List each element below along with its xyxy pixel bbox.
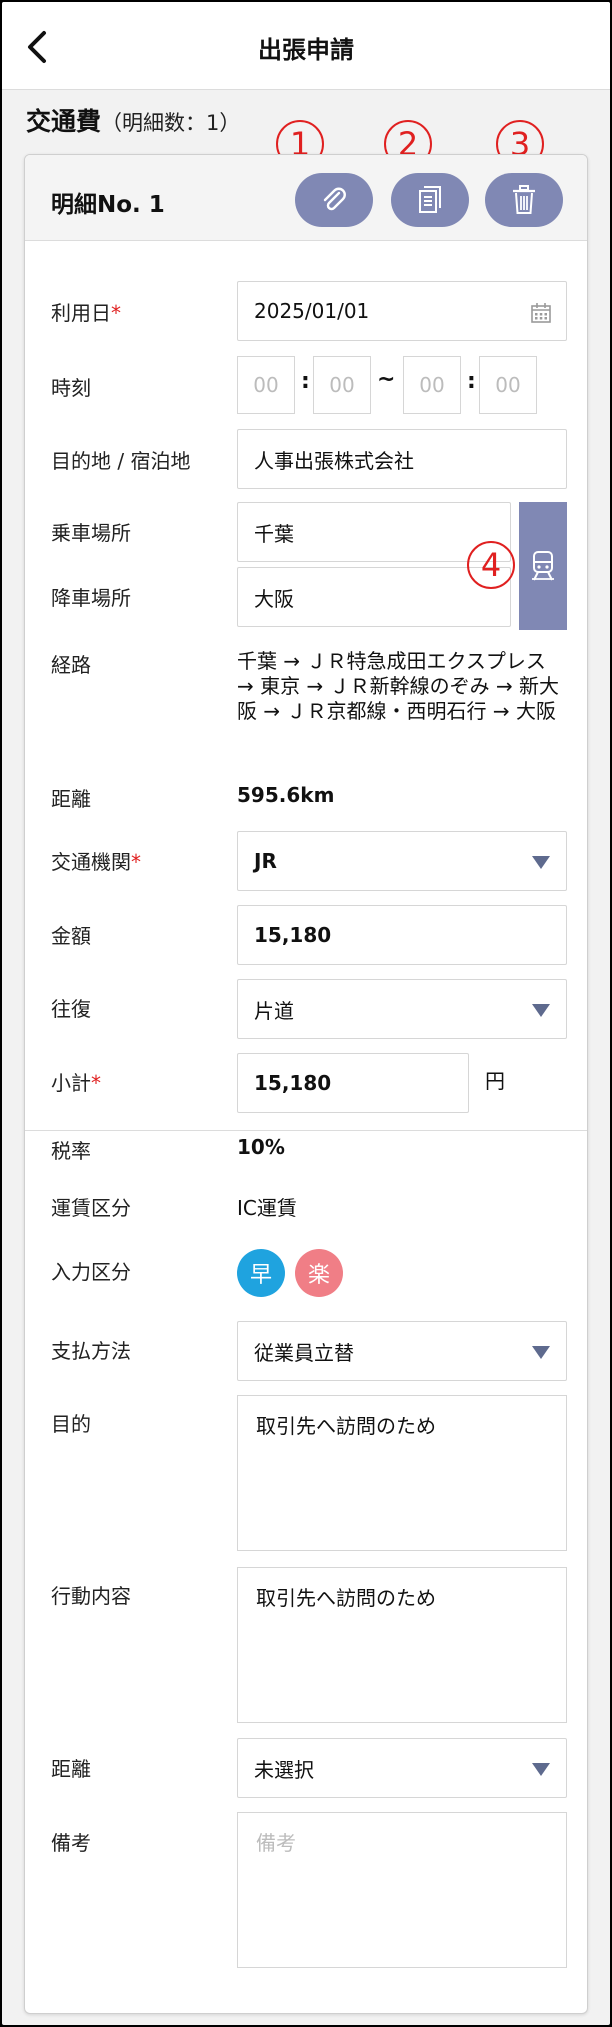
tax-rate-label: 税率	[51, 1139, 91, 1163]
copy-button[interactable]	[391, 173, 469, 227]
fare-type-value: IC運賃	[237, 1196, 297, 1220]
amount-label: 金額	[51, 924, 91, 948]
round-trip-value: 片道	[254, 998, 294, 1023]
divider	[25, 1130, 587, 1131]
end-hour-input[interactable]: 00	[403, 356, 461, 414]
delete-button[interactable]	[485, 173, 563, 227]
transport-select[interactable]: JR	[237, 831, 567, 891]
distance-label: 距離	[51, 787, 91, 811]
route-value: 千葉 → ＪＲ特急成田エクスプレス → 東京 → ＪＲ新幹線のぞみ → 新大阪 …	[237, 649, 560, 723]
chevron-down-icon	[532, 856, 550, 869]
yen-unit: 円	[485, 1069, 505, 1093]
chevron-down-icon	[532, 1763, 550, 1776]
end-minute-input[interactable]: 00	[479, 356, 537, 414]
chevron-down-icon	[532, 1346, 550, 1359]
card-title: 明細No. 1	[51, 192, 165, 218]
calendar-icon[interactable]	[530, 302, 552, 324]
purpose-textarea[interactable]: 取引先へ訪問のため	[237, 1395, 567, 1551]
app-frame: 出張申請 交通費（明細数：1） 1 2 3 明細No. 1 利用日* 2025/…	[2, 2, 610, 2025]
easiest-badge: 楽	[295, 1249, 343, 1297]
section-title: 交通費（明細数：1）	[26, 102, 240, 138]
callout-4: 4	[467, 541, 515, 589]
distance-select-label: 距離	[51, 1757, 91, 1781]
payment-label: 支払方法	[51, 1339, 131, 1363]
remarks-textarea[interactable]: 備考	[237, 1812, 567, 1968]
train-icon	[532, 551, 554, 581]
boarding-label: 乗車場所	[51, 521, 131, 545]
round-trip-select[interactable]: 片道	[237, 979, 567, 1039]
copy-document-icon	[419, 186, 441, 213]
card-header: 明細No. 1	[25, 155, 587, 241]
destination-input[interactable]: 人事出張株式会社	[237, 429, 567, 489]
usage-date-label: 利用日*	[51, 301, 121, 325]
activity-textarea[interactable]: 取引先へ訪問のため	[237, 1567, 567, 1723]
round-trip-label: 往復	[51, 997, 91, 1021]
subtotal-label: 小計*	[51, 1071, 101, 1095]
detail-card: 明細No. 1 利用日* 2025/01/01 時刻 00: 00 ~ 00 …	[24, 154, 588, 2014]
time-colon: :	[301, 369, 310, 394]
payment-value: 従業員立替	[254, 1340, 354, 1365]
distance-select[interactable]: 未選択	[237, 1738, 567, 1798]
transport-value: JR	[254, 849, 277, 873]
input-type-label: 入力区分	[51, 1260, 131, 1284]
destination-label: 目的地 / 宿泊地	[51, 449, 191, 473]
start-minute-input[interactable]: 00	[313, 356, 371, 414]
route-label: 経路	[51, 653, 91, 677]
fare-type-label: 運賃区分	[51, 1196, 131, 1220]
route-search-button[interactable]	[519, 502, 567, 630]
purpose-label: 目的	[51, 1412, 91, 1436]
distance-select-value: 未選択	[254, 1757, 314, 1782]
payment-select[interactable]: 従業員立替	[237, 1321, 567, 1381]
transport-label: 交通機関*	[51, 850, 141, 874]
alighting-label: 降車場所	[51, 586, 131, 610]
activity-label: 行動内容	[51, 1584, 131, 1608]
remarks-label: 備考	[51, 1831, 91, 1855]
tax-rate-value: 10%	[237, 1135, 285, 1159]
app-header: 出張申請	[2, 2, 610, 90]
trash-icon	[513, 185, 535, 214]
time-colon: :	[467, 369, 476, 394]
section-name: 交通費	[26, 107, 102, 136]
amount-input[interactable]: 15,180	[237, 905, 567, 965]
time-label: 時刻	[51, 376, 91, 400]
paperclip-icon	[323, 187, 346, 211]
fastest-badge: 早	[237, 1249, 285, 1297]
chevron-down-icon	[532, 1004, 550, 1017]
attach-button[interactable]	[295, 173, 373, 227]
subtotal-input[interactable]: 15,180	[237, 1053, 469, 1113]
usage-date-value: 2025/01/01	[254, 299, 370, 323]
usage-date-input[interactable]: 2025/01/01	[237, 281, 567, 341]
time-tilde: ~	[377, 367, 396, 392]
start-hour-input[interactable]: 00	[237, 356, 295, 414]
item-count: （明細数：1）	[101, 111, 241, 135]
distance-value: 595.6km	[237, 783, 335, 807]
page-title: 出張申請	[258, 36, 354, 64]
